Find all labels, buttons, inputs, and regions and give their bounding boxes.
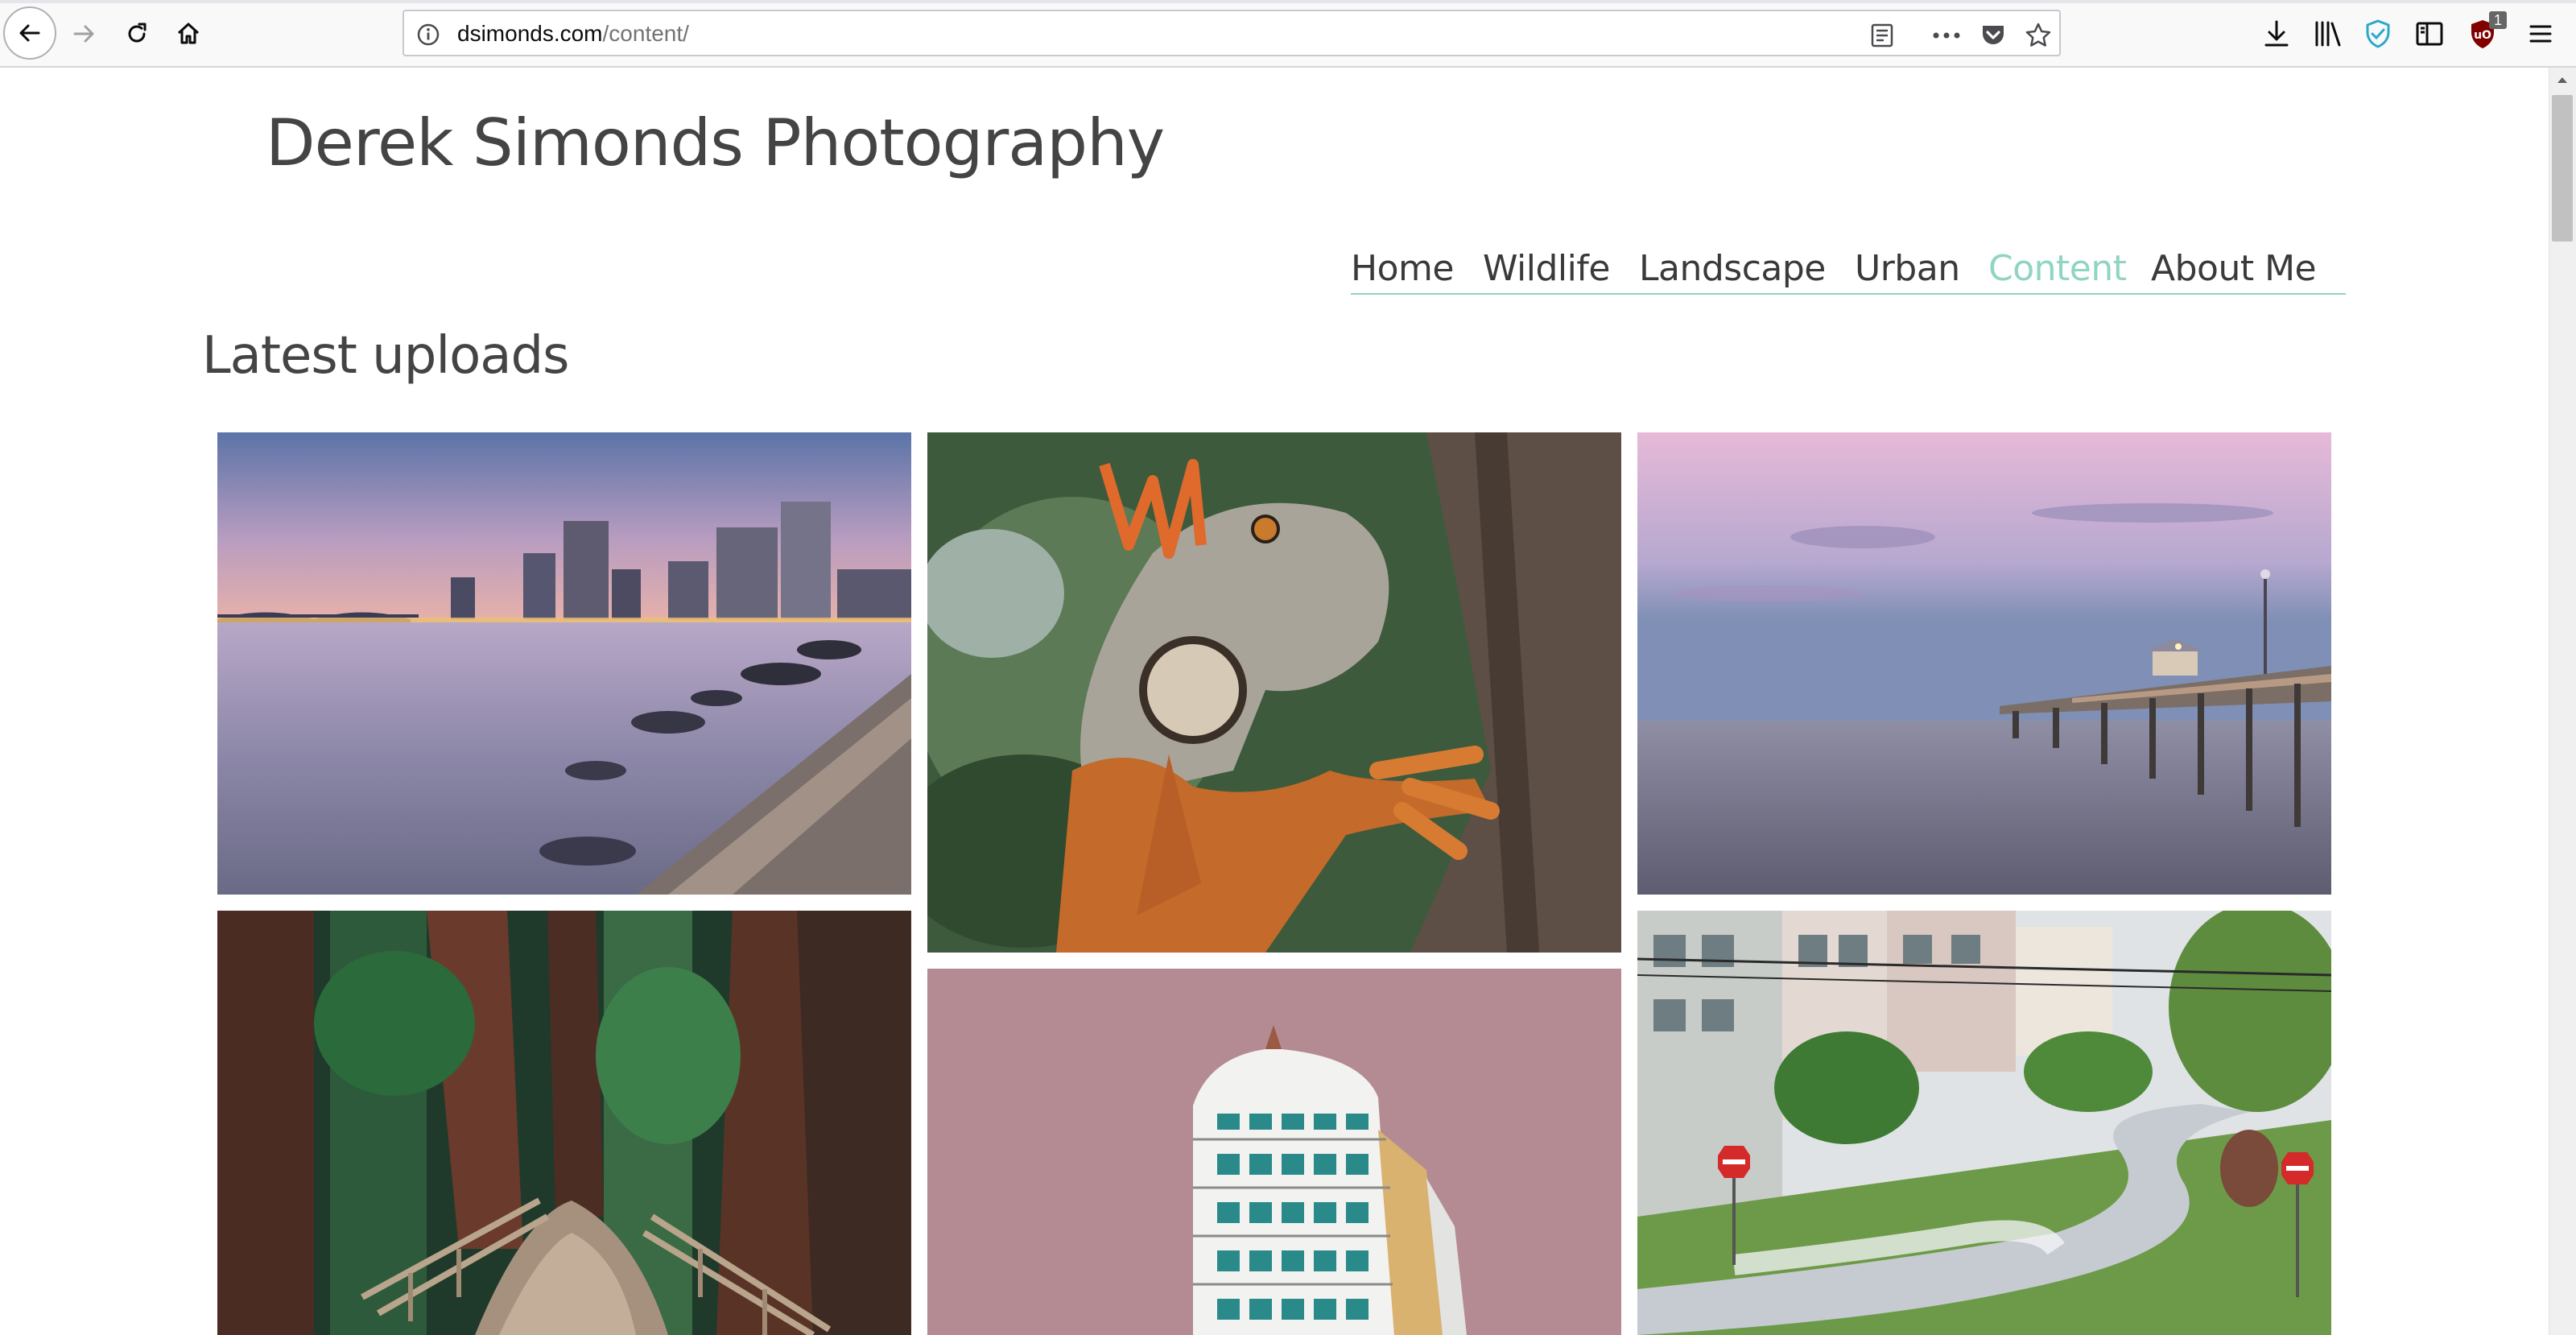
- url-path: /content/: [602, 21, 689, 46]
- nav-item-content[interactable]: Content: [1988, 248, 2127, 290]
- home-icon: [175, 20, 202, 48]
- scroll-up-arrow-icon[interactable]: [2553, 71, 2571, 89]
- site-title[interactable]: Derek Simonds Photography: [266, 103, 1165, 184]
- address-bar[interactable]: dsimonds.com/content/: [402, 10, 2061, 56]
- url-domain: dsimonds.com: [457, 21, 603, 46]
- tower-image: [927, 969, 1621, 1335]
- svg-text:uO: uO: [2474, 29, 2491, 42]
- skyline-image: [217, 432, 911, 895]
- site-info-icon[interactable]: [415, 22, 441, 52]
- nav-item-about-me[interactable]: About Me: [2151, 248, 2317, 290]
- nav-item-home[interactable]: Home: [1351, 248, 1454, 290]
- tab-strip-edge: [0, 0, 2576, 3]
- reader-view-icon[interactable]: [1868, 21, 1897, 50]
- nav-item-wildlife[interactable]: Wildlife: [1483, 248, 1610, 290]
- scrollbar-thumb[interactable]: [2552, 95, 2573, 242]
- bookmark-star-icon[interactable]: [2024, 21, 2053, 50]
- forward-icon: [70, 20, 97, 48]
- nav-item-landscape[interactable]: Landscape: [1639, 248, 1826, 290]
- home-button[interactable]: [163, 8, 214, 60]
- main-nav: Home Wildlife Landscape Urban Content Ab…: [1351, 245, 2346, 295]
- gallery-photo-redwoods[interactable]: [217, 911, 911, 1335]
- section-heading: Latest uploads: [202, 326, 569, 386]
- winding-street-image: [1637, 911, 2331, 1335]
- reload-icon: [123, 20, 151, 48]
- browser-toolbar: dsimonds.com/content/ uO 1: [0, 0, 2576, 68]
- sidebar-icon[interactable]: [2412, 16, 2447, 52]
- menu-icon[interactable]: [2523, 16, 2558, 52]
- gallery-photo-skyline[interactable]: [217, 432, 911, 895]
- page-actions-icon[interactable]: [1932, 21, 1961, 50]
- back-button[interactable]: [3, 6, 56, 60]
- reload-button[interactable]: [111, 8, 163, 60]
- iguana-image: [927, 432, 1621, 953]
- nav-item-urban[interactable]: Urban: [1855, 248, 1960, 290]
- back-icon: [16, 19, 43, 47]
- gallery-photo-winding-street[interactable]: [1637, 911, 2331, 1335]
- downloads-icon[interactable]: [2259, 16, 2294, 52]
- gallery-photo-pier[interactable]: [1637, 432, 2331, 895]
- extension-badge: 1: [2489, 11, 2507, 29]
- shield-extension-icon[interactable]: [2360, 16, 2396, 52]
- url-text[interactable]: dsimonds.com/content/: [457, 21, 689, 47]
- forward-button[interactable]: [58, 8, 109, 60]
- redwoods-image: [217, 911, 911, 1335]
- page-scrollbar[interactable]: [2549, 68, 2576, 1335]
- library-icon[interactable]: [2310, 16, 2346, 52]
- gallery-photo-tower[interactable]: [927, 969, 1621, 1335]
- gallery-photo-iguana[interactable]: [927, 432, 1621, 953]
- pier-image: [1637, 432, 2331, 895]
- pocket-icon[interactable]: [1979, 21, 2008, 50]
